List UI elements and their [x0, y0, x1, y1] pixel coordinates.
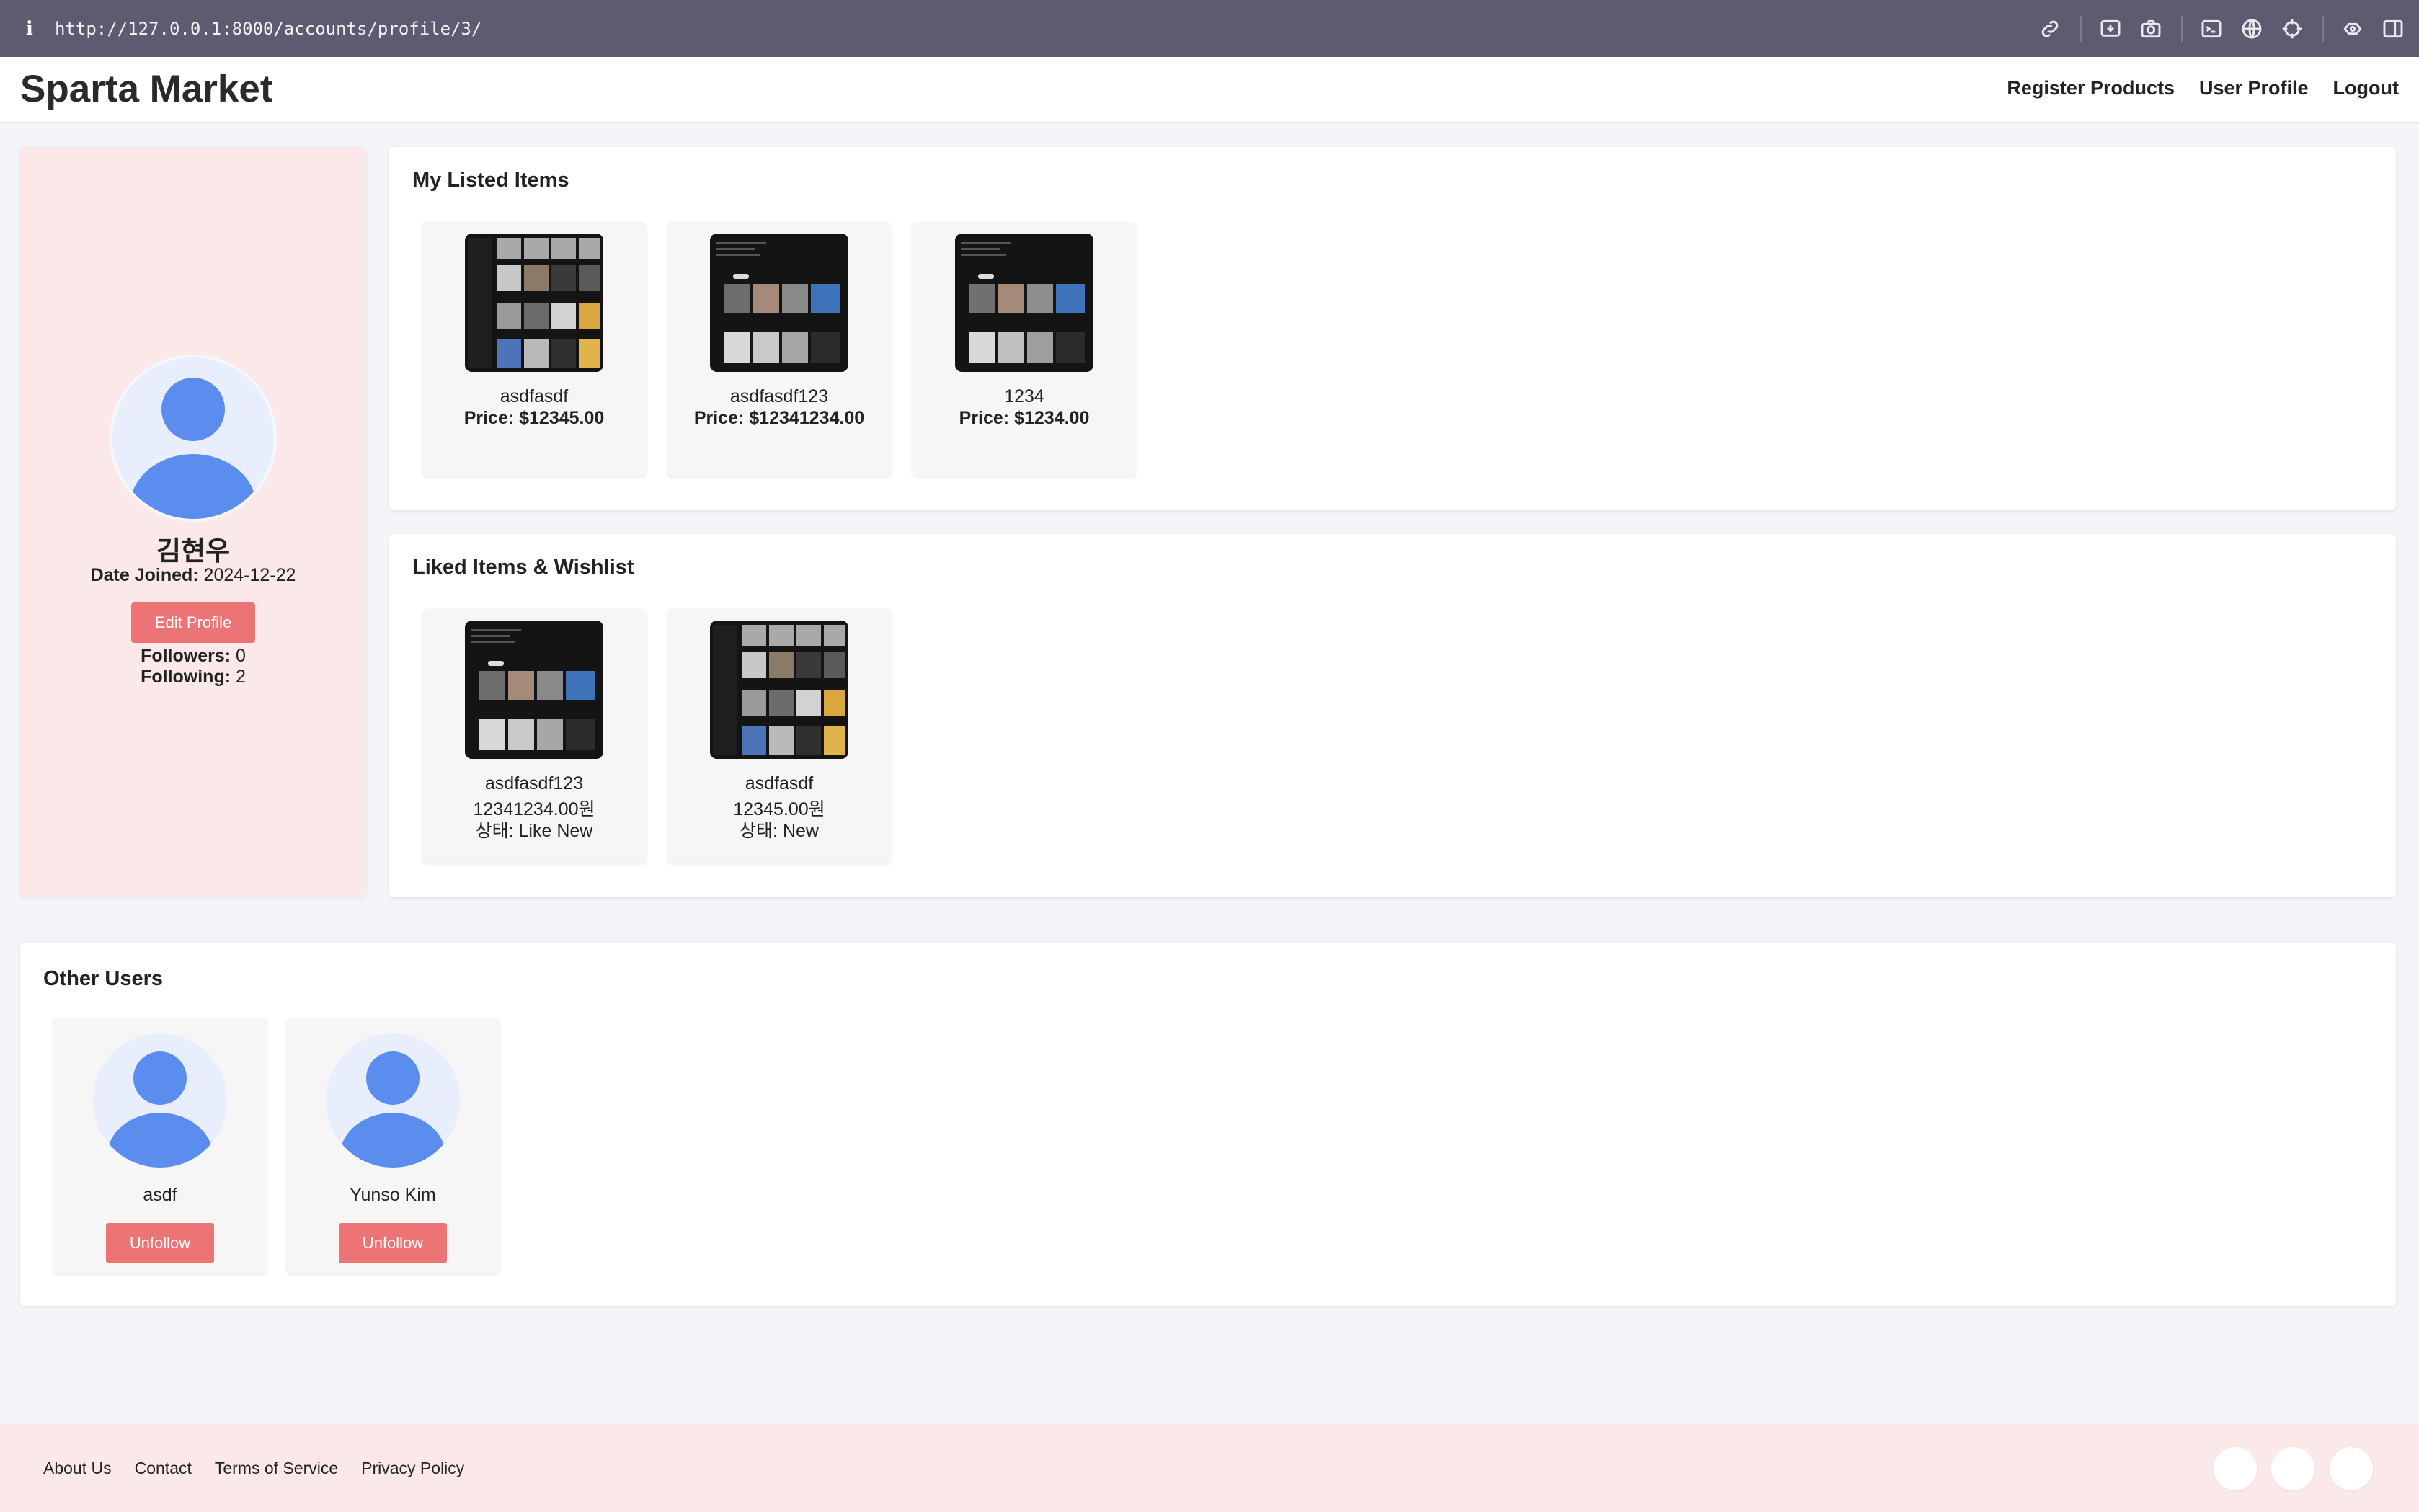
- following-label: Following:: [141, 667, 231, 687]
- link-icon[interactable]: [2036, 14, 2064, 43]
- product-price: Price: $12345.00: [463, 408, 605, 428]
- user-icon: [107, 1051, 213, 1168]
- product-image: [465, 234, 603, 372]
- avatar[interactable]: [93, 1033, 227, 1168]
- camera-icon[interactable]: [2136, 14, 2165, 43]
- nav-user-profile[interactable]: User Profile: [2199, 77, 2309, 99]
- product-image: [710, 621, 848, 759]
- nav-logout[interactable]: Logout: [2333, 77, 2399, 99]
- listed-items-panel: My Listed Items asdfasdf Price: $12345.0…: [389, 147, 2396, 510]
- followers-label: Followers:: [141, 646, 231, 666]
- unfollow-button[interactable]: Unfollow: [339, 1223, 447, 1263]
- date-joined-value: 2024-12-22: [203, 565, 296, 585]
- date-joined-label: Date Joined:: [90, 565, 199, 585]
- address-bar[interactable]: http://127.0.0.1:8000/accounts/profile/3…: [55, 19, 481, 39]
- site-header: Sparta Market Register Products User Pro…: [0, 57, 2419, 123]
- social-icon-2[interactable]: [2271, 1447, 2314, 1490]
- product-status: 상태: Like New: [475, 821, 593, 841]
- info-icon[interactable]: i: [20, 18, 39, 40]
- footer-link-contact[interactable]: Contact: [135, 1459, 192, 1478]
- product-thumbnail[interactable]: [710, 621, 848, 759]
- wishlist-card[interactable]: asdfasdf123 12341234.00원 상태: Like New: [422, 609, 646, 863]
- product-thumbnail[interactable]: [710, 234, 848, 372]
- profile-card: 김현우 Date Joined: 2024-12-22 Edit Profile…: [20, 147, 366, 897]
- product-name[interactable]: asdfasdf123: [667, 386, 891, 407]
- product-price: Price: $1234.00: [959, 408, 1090, 428]
- edit-profile-button[interactable]: Edit Profile: [131, 602, 255, 643]
- product-thumbnail[interactable]: [465, 621, 603, 759]
- profile-name: 김현우: [156, 535, 231, 566]
- avatar[interactable]: [326, 1033, 460, 1168]
- site-footer: About Us Contact Terms of Service Privac…: [0, 1424, 2419, 1512]
- user-icon: [339, 1051, 446, 1168]
- toolbar-divider: [2181, 15, 2183, 42]
- user-icon: [130, 378, 257, 519]
- toolbar-divider: [2080, 15, 2082, 42]
- date-joined: Date Joined: 2024-12-22: [20, 565, 366, 586]
- sidebar-icon[interactable]: [2379, 14, 2407, 43]
- social-icon-3[interactable]: [2330, 1447, 2373, 1490]
- footer-link-about[interactable]: About Us: [43, 1459, 112, 1478]
- user-name[interactable]: asdf: [53, 1185, 267, 1206]
- followers-value: 0: [236, 646, 246, 666]
- download-screen-icon[interactable]: [2096, 14, 2125, 43]
- nav-register-products[interactable]: Register Products: [2007, 77, 2175, 99]
- browser-toolbar: i http://127.0.0.1:8000/accounts/profile…: [0, 0, 2419, 57]
- terminal-icon[interactable]: [2197, 14, 2226, 43]
- main-nav: Register Products User Profile Logout: [1982, 77, 2399, 99]
- wishlist-panel: Liked Items & Wishlist asdfasdf123 12341…: [389, 534, 2396, 897]
- footer-link-privacy[interactable]: Privacy Policy: [361, 1459, 464, 1478]
- product-name[interactable]: asdfasdf: [667, 773, 891, 794]
- product-thumbnail[interactable]: [465, 234, 603, 372]
- product-image: [465, 621, 603, 759]
- following-value: 2: [236, 667, 246, 687]
- unfollow-button[interactable]: Unfollow: [106, 1223, 214, 1263]
- globe-icon[interactable]: [2237, 14, 2266, 43]
- social-icon-1[interactable]: [2214, 1447, 2257, 1490]
- avatar: [112, 357, 274, 519]
- user-card[interactable]: asdf Unfollow: [53, 1018, 267, 1273]
- product-name[interactable]: asdfasdf: [422, 386, 646, 407]
- user-card[interactable]: Yunso Kim Unfollow: [286, 1018, 500, 1273]
- extensions-icon[interactable]: [2338, 14, 2367, 43]
- user-name[interactable]: Yunso Kim: [286, 1185, 500, 1206]
- product-name[interactable]: asdfasdf123: [422, 773, 646, 794]
- section-title: Liked Items & Wishlist: [412, 556, 634, 579]
- product-card[interactable]: 1234 Price: $1234.00: [913, 222, 1136, 476]
- browser-toolbar-icons: [2036, 0, 2419, 57]
- followers-count: Followers: 0: [20, 646, 366, 667]
- product-image: [955, 234, 1093, 372]
- toolbar-divider: [2322, 15, 2324, 42]
- product-price: Price: $12341234.00: [693, 408, 865, 428]
- following-count: Following: 2: [20, 667, 366, 688]
- product-thumbnail[interactable]: [955, 234, 1093, 372]
- product-name[interactable]: 1234: [913, 386, 1136, 407]
- footer-link-terms[interactable]: Terms of Service: [215, 1459, 338, 1478]
- product-status: 상태: New: [740, 821, 819, 841]
- wishlist-card[interactable]: asdfasdf 12345.00원 상태: New: [667, 609, 891, 863]
- product-image: [710, 234, 848, 372]
- product-card[interactable]: asdfasdf Price: $12345.00: [422, 222, 646, 476]
- crosshair-icon[interactable]: [2278, 14, 2307, 43]
- product-card[interactable]: asdfasdf123 Price: $12341234.00: [667, 222, 891, 476]
- brand-logo[interactable]: Sparta Market: [20, 67, 273, 111]
- section-title: My Listed Items: [412, 169, 569, 192]
- section-title: Other Users: [43, 967, 164, 990]
- footer-links: About Us Contact Terms of Service Privac…: [43, 1459, 487, 1478]
